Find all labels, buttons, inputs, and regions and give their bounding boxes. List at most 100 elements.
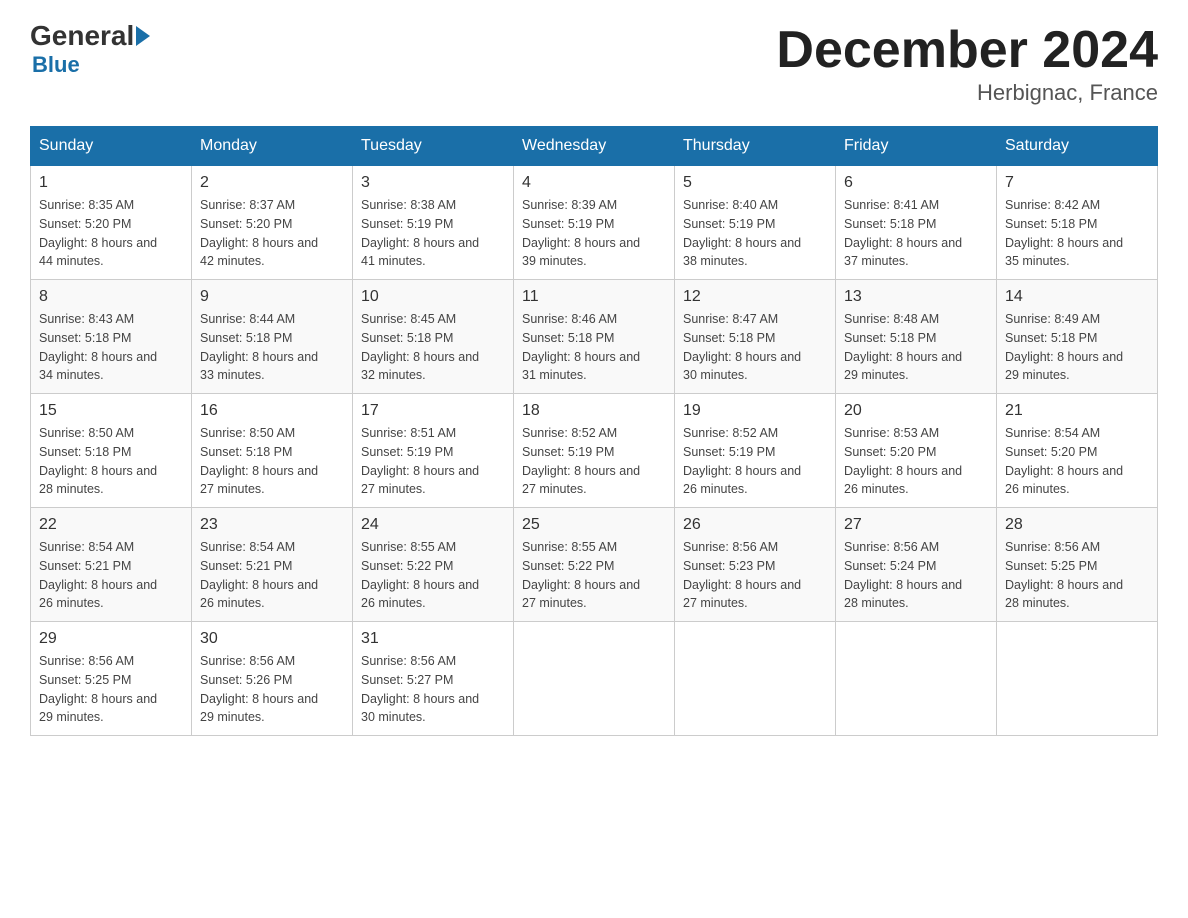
calendar-cell <box>997 622 1158 736</box>
calendar-cell: 17 Sunrise: 8:51 AMSunset: 5:19 PMDaylig… <box>353 394 514 508</box>
day-number: 9 <box>200 288 344 306</box>
logo: General Blue <box>30 20 150 78</box>
day-info: Sunrise: 8:54 AMSunset: 5:20 PMDaylight:… <box>1005 424 1149 499</box>
day-number: 10 <box>361 288 505 306</box>
header-day-tuesday: Tuesday <box>353 127 514 166</box>
day-number: 22 <box>39 516 183 534</box>
calendar-cell: 9 Sunrise: 8:44 AMSunset: 5:18 PMDayligh… <box>192 280 353 394</box>
page-header: General Blue December 2024 Herbignac, Fr… <box>30 20 1158 106</box>
day-number: 23 <box>200 516 344 534</box>
calendar-cell: 26 Sunrise: 8:56 AMSunset: 5:23 PMDaylig… <box>675 508 836 622</box>
calendar-cell: 19 Sunrise: 8:52 AMSunset: 5:19 PMDaylig… <box>675 394 836 508</box>
calendar-cell: 21 Sunrise: 8:54 AMSunset: 5:20 PMDaylig… <box>997 394 1158 508</box>
day-info: Sunrise: 8:52 AMSunset: 5:19 PMDaylight:… <box>683 424 827 499</box>
day-number: 20 <box>844 402 988 420</box>
day-info: Sunrise: 8:56 AMSunset: 5:25 PMDaylight:… <box>1005 538 1149 613</box>
calendar-week-1: 1 Sunrise: 8:35 AMSunset: 5:20 PMDayligh… <box>31 166 1158 280</box>
title-section: December 2024 Herbignac, France <box>776 20 1158 106</box>
calendar-cell: 25 Sunrise: 8:55 AMSunset: 5:22 PMDaylig… <box>514 508 675 622</box>
header-day-wednesday: Wednesday <box>514 127 675 166</box>
day-number: 28 <box>1005 516 1149 534</box>
calendar-cell: 28 Sunrise: 8:56 AMSunset: 5:25 PMDaylig… <box>997 508 1158 622</box>
header-day-friday: Friday <box>836 127 997 166</box>
calendar-cell: 1 Sunrise: 8:35 AMSunset: 5:20 PMDayligh… <box>31 166 192 280</box>
day-info: Sunrise: 8:42 AMSunset: 5:18 PMDaylight:… <box>1005 196 1149 271</box>
day-number: 29 <box>39 630 183 648</box>
calendar-cell: 30 Sunrise: 8:56 AMSunset: 5:26 PMDaylig… <box>192 622 353 736</box>
calendar-cell: 22 Sunrise: 8:54 AMSunset: 5:21 PMDaylig… <box>31 508 192 622</box>
day-number: 11 <box>522 288 666 306</box>
day-info: Sunrise: 8:56 AMSunset: 5:23 PMDaylight:… <box>683 538 827 613</box>
calendar-cell: 11 Sunrise: 8:46 AMSunset: 5:18 PMDaylig… <box>514 280 675 394</box>
day-info: Sunrise: 8:56 AMSunset: 5:27 PMDaylight:… <box>361 652 505 727</box>
day-number: 6 <box>844 174 988 192</box>
calendar-cell: 5 Sunrise: 8:40 AMSunset: 5:19 PMDayligh… <box>675 166 836 280</box>
logo-arrow-icon <box>136 26 150 46</box>
day-number: 2 <box>200 174 344 192</box>
day-number: 21 <box>1005 402 1149 420</box>
calendar-cell: 12 Sunrise: 8:47 AMSunset: 5:18 PMDaylig… <box>675 280 836 394</box>
day-info: Sunrise: 8:56 AMSunset: 5:24 PMDaylight:… <box>844 538 988 613</box>
day-number: 16 <box>200 402 344 420</box>
day-number: 14 <box>1005 288 1149 306</box>
calendar-cell: 8 Sunrise: 8:43 AMSunset: 5:18 PMDayligh… <box>31 280 192 394</box>
day-number: 4 <box>522 174 666 192</box>
day-number: 7 <box>1005 174 1149 192</box>
calendar-cell: 20 Sunrise: 8:53 AMSunset: 5:20 PMDaylig… <box>836 394 997 508</box>
header-day-thursday: Thursday <box>675 127 836 166</box>
day-info: Sunrise: 8:44 AMSunset: 5:18 PMDaylight:… <box>200 310 344 385</box>
calendar-cell: 4 Sunrise: 8:39 AMSunset: 5:19 PMDayligh… <box>514 166 675 280</box>
calendar-week-5: 29 Sunrise: 8:56 AMSunset: 5:25 PMDaylig… <box>31 622 1158 736</box>
month-title: December 2024 <box>776 20 1158 80</box>
calendar-cell <box>514 622 675 736</box>
calendar-cell: 2 Sunrise: 8:37 AMSunset: 5:20 PMDayligh… <box>192 166 353 280</box>
day-number: 3 <box>361 174 505 192</box>
day-info: Sunrise: 8:40 AMSunset: 5:19 PMDaylight:… <box>683 196 827 271</box>
calendar-cell: 13 Sunrise: 8:48 AMSunset: 5:18 PMDaylig… <box>836 280 997 394</box>
day-info: Sunrise: 8:45 AMSunset: 5:18 PMDaylight:… <box>361 310 505 385</box>
day-info: Sunrise: 8:50 AMSunset: 5:18 PMDaylight:… <box>200 424 344 499</box>
calendar-week-2: 8 Sunrise: 8:43 AMSunset: 5:18 PMDayligh… <box>31 280 1158 394</box>
day-number: 25 <box>522 516 666 534</box>
day-number: 8 <box>39 288 183 306</box>
day-number: 18 <box>522 402 666 420</box>
calendar-cell: 31 Sunrise: 8:56 AMSunset: 5:27 PMDaylig… <box>353 622 514 736</box>
day-info: Sunrise: 8:43 AMSunset: 5:18 PMDaylight:… <box>39 310 183 385</box>
calendar-cell: 18 Sunrise: 8:52 AMSunset: 5:19 PMDaylig… <box>514 394 675 508</box>
logo-general-text: General <box>30 20 134 52</box>
day-info: Sunrise: 8:49 AMSunset: 5:18 PMDaylight:… <box>1005 310 1149 385</box>
calendar-cell: 15 Sunrise: 8:50 AMSunset: 5:18 PMDaylig… <box>31 394 192 508</box>
day-info: Sunrise: 8:35 AMSunset: 5:20 PMDaylight:… <box>39 196 183 271</box>
calendar-cell: 3 Sunrise: 8:38 AMSunset: 5:19 PMDayligh… <box>353 166 514 280</box>
calendar-cell: 14 Sunrise: 8:49 AMSunset: 5:18 PMDaylig… <box>997 280 1158 394</box>
day-info: Sunrise: 8:55 AMSunset: 5:22 PMDaylight:… <box>361 538 505 613</box>
day-info: Sunrise: 8:47 AMSunset: 5:18 PMDaylight:… <box>683 310 827 385</box>
header-day-monday: Monday <box>192 127 353 166</box>
calendar-cell: 24 Sunrise: 8:55 AMSunset: 5:22 PMDaylig… <box>353 508 514 622</box>
header-day-saturday: Saturday <box>997 127 1158 166</box>
day-number: 17 <box>361 402 505 420</box>
calendar-cell: 6 Sunrise: 8:41 AMSunset: 5:18 PMDayligh… <box>836 166 997 280</box>
day-info: Sunrise: 8:48 AMSunset: 5:18 PMDaylight:… <box>844 310 988 385</box>
day-info: Sunrise: 8:52 AMSunset: 5:19 PMDaylight:… <box>522 424 666 499</box>
day-number: 31 <box>361 630 505 648</box>
day-number: 19 <box>683 402 827 420</box>
day-info: Sunrise: 8:54 AMSunset: 5:21 PMDaylight:… <box>200 538 344 613</box>
day-info: Sunrise: 8:55 AMSunset: 5:22 PMDaylight:… <box>522 538 666 613</box>
logo-blue-text: Blue <box>32 52 80 78</box>
day-info: Sunrise: 8:53 AMSunset: 5:20 PMDaylight:… <box>844 424 988 499</box>
calendar-cell: 27 Sunrise: 8:56 AMSunset: 5:24 PMDaylig… <box>836 508 997 622</box>
day-number: 5 <box>683 174 827 192</box>
calendar-week-4: 22 Sunrise: 8:54 AMSunset: 5:21 PMDaylig… <box>31 508 1158 622</box>
calendar-header: SundayMondayTuesdayWednesdayThursdayFrid… <box>31 127 1158 166</box>
calendar-cell: 29 Sunrise: 8:56 AMSunset: 5:25 PMDaylig… <box>31 622 192 736</box>
header-day-sunday: Sunday <box>31 127 192 166</box>
day-info: Sunrise: 8:56 AMSunset: 5:25 PMDaylight:… <box>39 652 183 727</box>
calendar-table: SundayMondayTuesdayWednesdayThursdayFrid… <box>30 126 1158 736</box>
day-number: 13 <box>844 288 988 306</box>
day-info: Sunrise: 8:39 AMSunset: 5:19 PMDaylight:… <box>522 196 666 271</box>
day-info: Sunrise: 8:51 AMSunset: 5:19 PMDaylight:… <box>361 424 505 499</box>
calendar-cell: 7 Sunrise: 8:42 AMSunset: 5:18 PMDayligh… <box>997 166 1158 280</box>
calendar-cell <box>836 622 997 736</box>
day-info: Sunrise: 8:46 AMSunset: 5:18 PMDaylight:… <box>522 310 666 385</box>
